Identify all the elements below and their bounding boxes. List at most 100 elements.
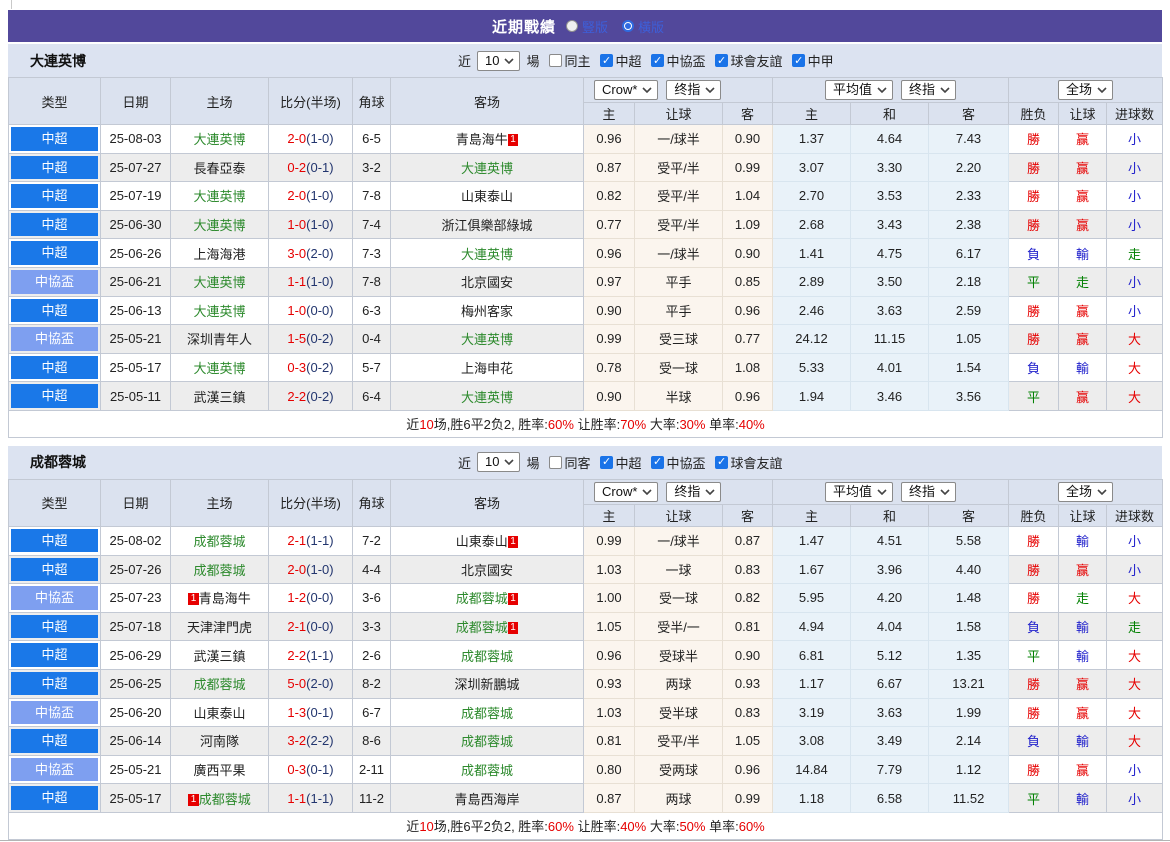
result-outcome: 負 (1027, 361, 1041, 377)
score-cell: 1-1(1-1) (268, 783, 353, 813)
result-handicap-cell: 赢 (1058, 381, 1108, 411)
handicap-home-odds: 1.03 (583, 554, 635, 585)
league-label-0: 中超 (615, 54, 642, 69)
euro-away-odds: 1.58 (928, 611, 1010, 642)
league-checkbox-2[interactable] (714, 455, 728, 469)
chevron-down-icon (705, 489, 715, 495)
radio-horizontal-label[interactable]: 橫版 (638, 17, 664, 36)
league-checkbox-0[interactable] (599, 455, 613, 469)
league-checkbox-0[interactable] (599, 54, 613, 67)
result-outcome-cell: 勝 (1008, 295, 1060, 326)
euro-home-odds: 5.33 (772, 352, 852, 383)
league-checkbox-1[interactable] (650, 455, 664, 469)
corners: 6-7 (352, 697, 391, 728)
handicap-line: 两球 (634, 783, 723, 813)
handicap-line: 受平/半 (634, 726, 723, 756)
recent-results-widget: 近期戰績 豎版 橫版 大連英博近10場同主中超中協盃球會友誼中甲类型日期主场比分… (7, 10, 1164, 840)
result-outcome: 勝 (1027, 332, 1041, 348)
radio-vertical-label[interactable]: 豎版 (582, 17, 608, 36)
match-type-cell: 中協盃 (8, 324, 101, 354)
handicap-home-odds: 0.96 (583, 640, 635, 670)
handicap-home-odds: 0.99 (583, 525, 635, 556)
result-goals-cell: 小 (1106, 181, 1164, 211)
league-label-2: 球會友誼 (730, 455, 783, 471)
result-handicap-cell: 赢 (1058, 754, 1108, 785)
match-row: 中超 25-07-27 長春亞泰 0-2(0-1) 3-2 大連英博 0.87 受平/半 0.9… (8, 152, 1164, 183)
odds-time-select[interactable]: 终指 (666, 481, 722, 502)
handicap-away-odds: 0.87 (721, 525, 774, 556)
chevron-down-icon (940, 87, 950, 93)
match-date: 25-06-30 (100, 209, 171, 240)
home-team-cell: 大連英博 (170, 266, 269, 297)
sub-column-header-8: 进球数 (1106, 503, 1164, 527)
same-venue-checkbox[interactable] (548, 455, 562, 469)
avg-time-select[interactable]: 终指 (901, 80, 957, 100)
euro-home-odds: 6.81 (772, 640, 852, 670)
result-outcome: 勝 (1027, 189, 1041, 205)
away-team: 成都蓉城 (460, 648, 513, 664)
odds-book-select[interactable]: Crow* (594, 481, 659, 502)
euro-home-odds: 3.07 (772, 152, 852, 183)
match-type-cell: 中協盃 (8, 754, 101, 785)
bottom-divider (0, 839, 1170, 841)
handicap-away-odds: 0.96 (721, 295, 774, 326)
handicap-home-odds: 0.78 (583, 352, 635, 383)
period-select-cell: 全场 (1008, 478, 1164, 505)
recent-count-select[interactable]: 10 (477, 452, 521, 473)
euro-home-odds: 2.68 (772, 209, 852, 240)
match-type-cell: 中協盃 (8, 583, 101, 613)
recent-count-select[interactable]: 10 (477, 50, 521, 71)
radio-horizontal[interactable] (622, 20, 634, 32)
home-team: 上海海港 (193, 246, 246, 262)
match-row: 中協盃 25-05-21 深圳青年人 1-5(0-2) 0-4 大連英博 0.99 受三球 0.… (8, 324, 1164, 354)
home-team-cell: 成都蓉城 (170, 554, 269, 585)
full-time-score: 2-2 (287, 388, 307, 404)
summary-row: 近10场,胜6平2负2, 胜率:60% 让胜率:70% 大率:30% 单率:40… (7, 409, 1164, 438)
odds-book-select[interactable]: Crow* (594, 80, 659, 100)
filters: 近 10 場 同客 中超 中協盃 球會友誼 (456, 446, 785, 479)
corners: 7-4 (352, 209, 391, 240)
euro-away-odds: 2.18 (928, 266, 1010, 297)
euro-selects-cell: 平均值 终指 (772, 478, 1010, 505)
away-team: 青島西海岸 (454, 791, 520, 807)
avg-source-select[interactable]: 平均值 (825, 80, 894, 100)
matches-table-1: 类型 日期 主场 比分(半场) 角球 客场 Crow* 终指 平均值 终指 全场主让球客主和客胜负让… (7, 478, 1164, 840)
euro-draw-odds: 3.43 (850, 209, 930, 240)
avg-source-select[interactable]: 平均值 (825, 481, 894, 502)
same-venue-checkbox[interactable] (548, 54, 562, 67)
result-handicap: 赢 (1076, 677, 1090, 693)
period-select[interactable]: 全场 (1058, 80, 1114, 100)
euro-selects-cell: 平均值 终指 (772, 77, 1010, 103)
result-handicap: 赢 (1076, 132, 1090, 148)
period-select[interactable]: 全场 (1058, 481, 1114, 502)
euro-home-odds: 1.18 (772, 783, 852, 813)
sub-column-header-0: 主 (583, 102, 635, 125)
euro-away-odds: 11.52 (928, 783, 1010, 813)
table-head: 类型 日期 主场 比分(半场) 角球 客场 Crow* 终指 平均值 终指 全场主让球客主和客胜负让… (8, 77, 1164, 125)
result-goals-cell: 大 (1106, 381, 1164, 411)
result-handicap-cell: 輸 (1058, 726, 1108, 756)
result-outcome: 勝 (1027, 303, 1041, 319)
league-checkbox-1[interactable] (650, 54, 664, 67)
summary-segment-0: 近 (406, 417, 420, 433)
odds-time-select-value: 终指 (674, 483, 701, 499)
radio-vertical[interactable] (565, 20, 578, 32)
league-checkbox-3[interactable] (791, 54, 805, 67)
handicap-home-odds: 0.99 (583, 324, 635, 354)
league-checkbox-2[interactable] (714, 54, 728, 67)
euro-draw-odds: 5.12 (850, 640, 930, 670)
avg-time-select[interactable]: 终指 (901, 481, 957, 502)
result-outcome: 平 (1027, 389, 1041, 405)
euro-home-odds: 1.41 (772, 238, 852, 268)
result-goals: 小 (1128, 218, 1142, 234)
result-handicap-cell: 輸 (1058, 783, 1108, 813)
match-type-badge: 中超 (11, 643, 98, 667)
score-cell: 0-3(0-2) (268, 352, 353, 383)
result-goals: 小 (1128, 762, 1142, 778)
odds-time-select[interactable]: 终指 (666, 80, 722, 100)
away-team-cell: 青島海牛 1 (390, 124, 584, 154)
handicap-selects-cell: Crow* 终指 (582, 478, 774, 505)
result-outcome: 平 (1027, 275, 1041, 291)
home-team-cell: 1 青島海牛 (170, 583, 269, 613)
chevron-down-icon (705, 87, 715, 93)
